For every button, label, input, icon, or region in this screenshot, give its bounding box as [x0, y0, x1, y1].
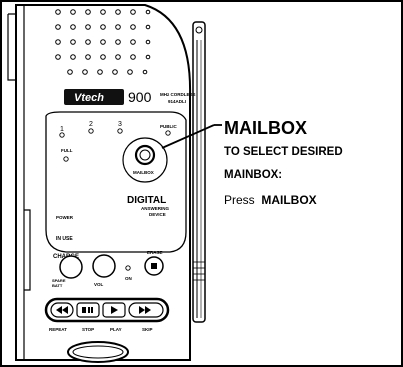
phone-illustration: Vtech 900 MHz CORDLESS 914ADLI 1 2 3 PUB… — [0, 0, 403, 367]
speaker-hole — [115, 39, 121, 45]
speaker-hole — [85, 54, 91, 60]
erase-label: ERASE — [147, 250, 163, 255]
skip-label: SKIP — [142, 327, 153, 332]
speaker-hole — [55, 9, 61, 15]
callout-instruction: Press MAILBOX — [224, 193, 317, 207]
speaker-hole — [67, 69, 73, 75]
speaker-hole — [85, 9, 91, 15]
speaker-hole — [55, 39, 61, 45]
mailbox-3-lamp — [117, 128, 123, 134]
on-lamp — [125, 265, 131, 271]
callout-subheading-1: TO SELECT DESIRED — [224, 146, 343, 158]
brand-logo-text: Vtech — [74, 92, 104, 104]
speaker-hole — [100, 24, 106, 30]
on-label: ON — [125, 276, 132, 281]
mailbox-2-label: 2 — [89, 121, 93, 128]
speaker-hole — [115, 9, 121, 15]
public-label: PUBLIC — [160, 124, 178, 129]
model-number: 900 — [128, 89, 152, 105]
device-title-line2: ANSWERING — [141, 206, 169, 211]
mailbox-1-lamp — [59, 132, 65, 138]
mailbox-2-lamp — [88, 128, 94, 134]
speaker-hole — [85, 39, 91, 45]
figure: Vtech 900 MHz CORDLESS 914ADLI 1 2 3 PUB… — [0, 0, 403, 367]
pause-bar-2-icon — [91, 307, 93, 313]
model-line-2: 914ADLI — [168, 99, 186, 104]
speaker-hole — [130, 39, 136, 45]
full-lamp — [63, 156, 69, 162]
in-use-label: IN USE — [56, 236, 73, 242]
repeat-button[interactable] — [50, 302, 74, 318]
stop-label: STOP — [82, 327, 94, 332]
mailbox-button-center — [139, 149, 151, 161]
skip-button[interactable] — [128, 302, 164, 318]
play-button[interactable] — [102, 302, 126, 318]
callout-heading: MAILBOX — [224, 118, 307, 138]
stop-icon — [82, 307, 86, 313]
speaker-hole — [145, 39, 151, 45]
speaker-hole — [70, 24, 76, 30]
stop-button[interactable] — [76, 302, 100, 318]
play-label: PLAY — [110, 327, 122, 332]
speaker-hole — [142, 69, 148, 75]
speaker-hole — [130, 54, 136, 60]
device-title-line1: DIGITAL — [127, 195, 166, 206]
vol-label: VOL — [94, 282, 104, 287]
speaker-hole — [70, 9, 76, 15]
full-label: FULL — [61, 148, 73, 153]
speaker-hole — [127, 69, 133, 75]
public-lamp — [165, 130, 171, 136]
speaker-hole — [130, 9, 136, 15]
speaker-hole — [100, 54, 106, 60]
repeat-label: REPEAT — [49, 327, 67, 332]
spare-batt-label-2: BATT — [52, 283, 63, 288]
power-label: POWER — [56, 215, 74, 220]
speaker-hole — [145, 54, 151, 60]
speaker-hole — [145, 9, 151, 15]
erase-icon — [151, 263, 157, 269]
volume-knob[interactable] — [92, 254, 116, 278]
instruction-prefix: Press — [224, 193, 255, 207]
speaker-hole — [115, 24, 121, 30]
speaker-hole — [130, 24, 136, 30]
speaker-hole — [97, 69, 103, 75]
speaker-hole — [85, 24, 91, 30]
speaker-hole — [100, 39, 106, 45]
speaker-hole — [82, 69, 88, 75]
callout-subheading-2: MAINBOX: — [224, 169, 283, 181]
speaker-hole — [112, 69, 118, 75]
speaker-hole — [70, 54, 76, 60]
speaker-hole — [55, 54, 61, 60]
mailbox-button-label: MAILBOX — [133, 170, 154, 175]
speaker-hole — [100, 9, 106, 15]
speaker-hole — [70, 39, 76, 45]
mailbox-3-label: 3 — [118, 121, 122, 128]
speaker-hole — [115, 54, 121, 60]
mailbox-1-label: 1 — [60, 126, 64, 133]
antenna — [192, 21, 206, 323]
speaker-hole — [55, 24, 61, 30]
pause-bar-1-icon — [88, 307, 90, 313]
device-title-line3: DEVICE — [149, 212, 166, 217]
bottom-oval-button[interactable] — [67, 341, 129, 363]
charge-lamp — [59, 255, 83, 279]
model-line-1: MHz CORDLESS — [160, 92, 196, 97]
instruction-key: MAILBOX — [261, 193, 317, 207]
speaker-hole — [145, 24, 151, 30]
